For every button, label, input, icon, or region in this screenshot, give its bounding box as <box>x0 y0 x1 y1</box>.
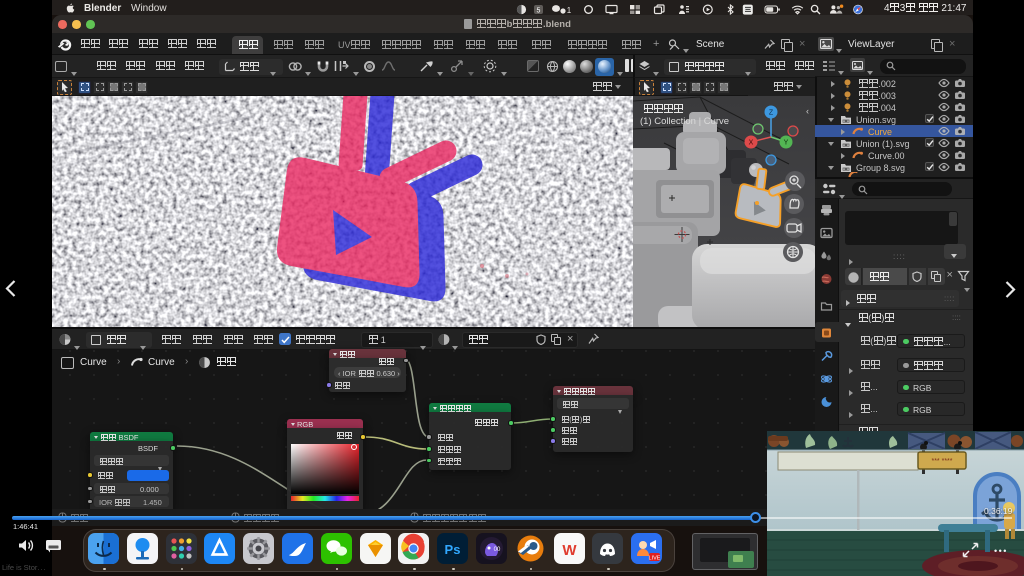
svg-text:Z: Z <box>769 110 774 117</box>
svg-text:W: W <box>562 542 577 559</box>
svg-text:X: X <box>749 140 754 147</box>
svg-text:1: 1 <box>567 6 572 15</box>
svg-text:00: 00 <box>494 547 501 553</box>
svg-text:LIVE: LIVE <box>649 556 661 562</box>
svg-text:5: 5 <box>537 7 541 14</box>
svg-text:Y: Y <box>784 140 789 147</box>
svg-text:Ps: Ps <box>445 542 461 557</box>
svg-text:*** ****: *** **** <box>931 458 952 465</box>
